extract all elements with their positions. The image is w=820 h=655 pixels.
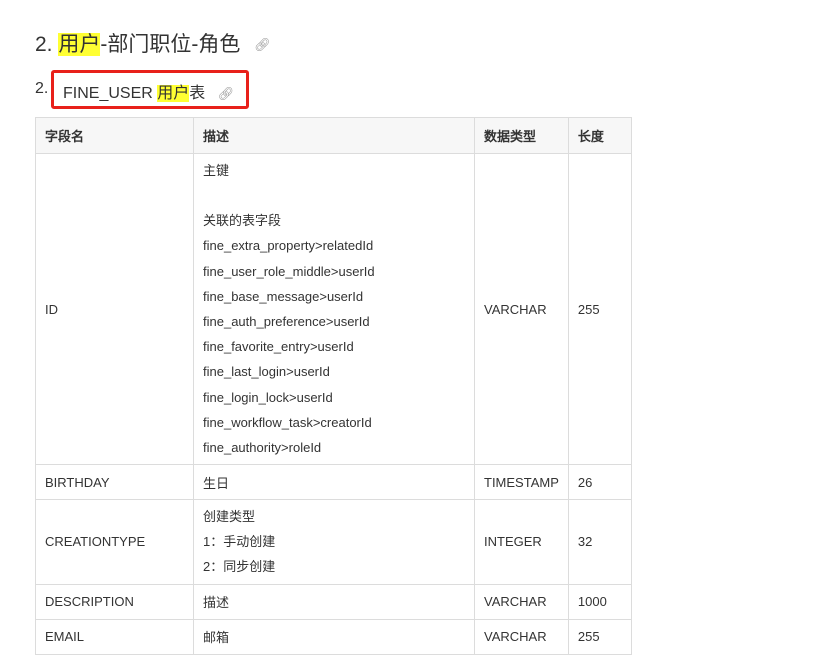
cell-description: 主键 关联的表字段 fine_extra_property>relatedId … (193, 152, 475, 466)
cell-field-name: DESCRIPTION (35, 583, 194, 620)
cell-data-type: VARCHAR (474, 152, 569, 466)
link-icon[interactable]: 🔗︎ (218, 86, 235, 101)
table-row: ID 主键 关联的表字段 fine_extra_property>related… (35, 152, 632, 466)
desc-line (203, 183, 465, 208)
cell-data-type: TIMESTAMP (474, 464, 569, 501)
cell-description: 生日 (193, 464, 475, 501)
cell-length: 32 (567, 499, 632, 585)
table-row: DESCRIPTION 描述 VARCHAR 1000 (35, 583, 632, 620)
subsection-number: 2. (35, 80, 49, 97)
desc-line: 2：同步创建 (203, 559, 276, 575)
cell-field-name: CREATIONTYPE (35, 499, 194, 585)
table-row: CREATIONTYPE 创建类型 1：手动创建 2：同步创建 INTEGER … (35, 499, 632, 585)
subsection-prefix: FINE_USER (63, 85, 158, 102)
subsection-suffix: 表 (189, 85, 206, 102)
cell-data-type: INTEGER (474, 499, 569, 585)
link-icon[interactable]: 🔗︎ (254, 37, 271, 52)
cell-data-type: VARCHAR (474, 618, 569, 655)
cell-field-name: EMAIL (35, 618, 194, 655)
subsection-heading: FINE_USER 用户表 🔗︎ (63, 79, 234, 103)
field-table: 字段名 描述 数据类型 长度 ID 主键 关联的表字段 fine_extra_p… (35, 117, 632, 655)
cell-field-name: ID (35, 152, 194, 466)
header-description: 描述 (193, 117, 475, 154)
cell-length: 1000 (567, 583, 632, 620)
header-field-name: 字段名 (35, 117, 194, 154)
desc-line: fine_extra_property>relatedId (203, 238, 374, 254)
section-number: 2. (35, 33, 53, 56)
section-highlight: 用户 (58, 33, 101, 56)
desc-line: fine_login_lock>userId (203, 389, 333, 405)
desc-line: fine_authority>roleId (203, 439, 322, 455)
desc-line: 1：手动创建 (203, 534, 276, 550)
cell-length: 255 (567, 152, 632, 466)
table-header-row: 字段名 描述 数据类型 长度 (35, 117, 632, 154)
desc-line: fine_base_message>userId (203, 288, 364, 304)
cell-length: 26 (567, 464, 632, 501)
cell-description: 邮箱 (193, 618, 475, 655)
desc-line: fine_auth_preference>userId (203, 313, 370, 329)
header-length: 长度 (567, 117, 632, 154)
cell-field-name: BIRTHDAY (35, 464, 194, 501)
desc-line: 创建类型 (203, 509, 256, 525)
desc-line: fine_last_login>userId (203, 364, 330, 380)
desc-line: fine_workflow_task>creatorId (203, 414, 372, 430)
desc-line: fine_user_role_middle>userId (203, 263, 375, 279)
desc-line: fine_favorite_entry>userId (203, 339, 354, 355)
table-row: EMAIL 邮箱 VARCHAR 255 (35, 618, 632, 655)
section-heading: 2. 用户-部门职位-角色 🔗︎ (35, 28, 271, 58)
cell-length: 255 (567, 618, 632, 655)
subsection-highlight: 用户 (157, 85, 190, 102)
cell-description: 描述 (193, 583, 475, 620)
cell-data-type: VARCHAR (474, 583, 569, 620)
table-row: BIRTHDAY 生日 TIMESTAMP 26 (35, 464, 632, 501)
header-data-type: 数据类型 (474, 117, 569, 154)
desc-line: 主键 (203, 163, 230, 178)
cell-description: 创建类型 1：手动创建 2：同步创建 (193, 499, 475, 585)
section-title-rest: -部门职位-角色 (100, 33, 241, 56)
desc-line: 关联的表字段 (203, 213, 282, 229)
